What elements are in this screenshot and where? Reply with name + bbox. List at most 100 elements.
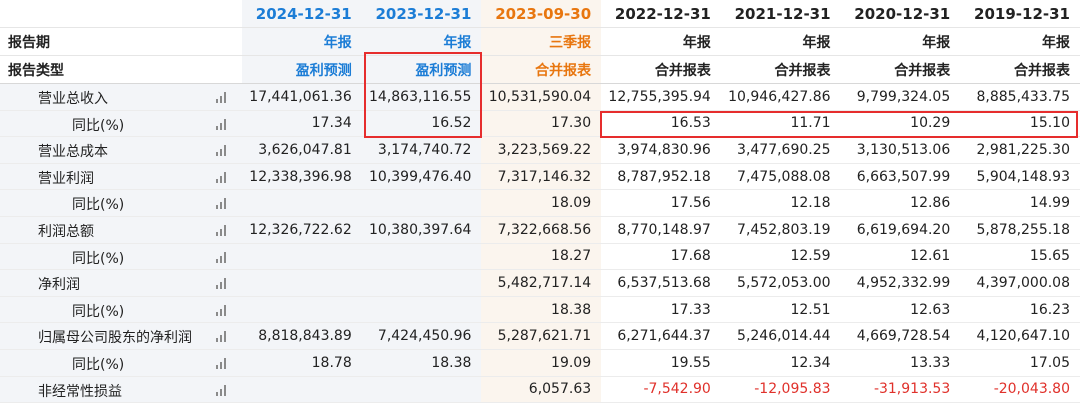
header-type-row: 报告类型 盈利预测 盈利预测 合并报表 合并报表 合并报表 合并报表 合并报表 <box>0 55 1080 84</box>
row-label: 同比(%) <box>72 197 125 214</box>
value-cell: 14.99 <box>960 189 1080 217</box>
bar-chart-icon[interactable] <box>216 357 230 369</box>
bar-chart-icon[interactable] <box>216 330 230 343</box>
column-period: 年报 <box>242 27 362 56</box>
value-cell: 10,380,397.64 <box>361 216 482 244</box>
value-cell: 18.27 <box>481 243 602 271</box>
value-cell: 4,397,000.08 <box>960 269 1080 297</box>
bar-chart-icon[interactable] <box>216 91 230 103</box>
value-cell: 17.68 <box>601 243 721 271</box>
value-cell: -20,043.80 <box>960 376 1080 404</box>
value-cell: 14,863,116.55 <box>361 83 482 111</box>
value-cell: 3,223,569.22 <box>481 136 602 164</box>
row-label-cell: 同比(%) <box>0 243 243 271</box>
row-label: 同比(%) <box>72 303 125 320</box>
bar-chart-icon[interactable] <box>216 277 230 290</box>
value-cell: 5,878,255.18 <box>960 216 1080 244</box>
value-cell: 7,475,088.08 <box>720 163 841 191</box>
value-cell: 17.33 <box>601 296 721 324</box>
bar-chart-icon[interactable] <box>216 144 230 157</box>
table-row: 营业总收入 17,441,061.36 14,863,116.55 10,531,59… <box>0 83 1080 111</box>
bar-chart-icon[interactable] <box>216 197 230 210</box>
value-cell: 3,974,830.96 <box>601 136 721 164</box>
row-label: 营业总收入 <box>38 91 108 107</box>
value-cell: -7,542.90 <box>601 376 721 404</box>
value-cell: 5,572,053.00 <box>720 269 841 297</box>
column-period: 年报 <box>601 27 721 56</box>
bar-chart-icon[interactable] <box>216 304 230 316</box>
column-period: 年报 <box>840 27 961 56</box>
bar-chart-icon[interactable] <box>216 171 230 183</box>
header-corner <box>0 0 243 28</box>
value-cell: 10,946,427.86 <box>720 83 841 111</box>
value-cell: 19.55 <box>601 349 721 377</box>
row-label: 净利润 <box>38 277 80 294</box>
table-row: 同比(%) 18.78 18.38 19.09 19.55 12.34 13.33 17.05 <box>0 349 1080 377</box>
value-cell: 18.09 <box>481 189 602 217</box>
row-label-cell: 营业利润 <box>0 163 243 191</box>
period-label: 报告期 <box>0 27 243 56</box>
row-label: 营业利润 <box>38 170 94 187</box>
table-row: 归属母公司股东的净利润 8,818,843.89 7,424,450.96 5,287… <box>0 322 1080 350</box>
value-cell: 6,537,513.68 <box>601 269 721 297</box>
column-date-2020-12-31[interactable]: 2020-12-31 <box>840 0 961 28</box>
value-cell: 10,399,476.40 <box>361 163 482 191</box>
value-cell: 2,981,225.30 <box>960 136 1080 164</box>
row-label-cell: 同比(%) <box>0 296 243 324</box>
row-label-cell: 利润总额 <box>0 216 243 244</box>
value-cell: 12.59 <box>720 243 841 271</box>
column-date-2019-12-31[interactable]: 2019-12-31 <box>960 0 1080 28</box>
value-cell: 16.23 <box>960 296 1080 324</box>
value-cell: 17,441,061.36 <box>242 83 362 111</box>
column-type: 盈利预测 <box>242 55 362 84</box>
value-cell: 16.53 <box>601 110 721 138</box>
column-type: 合并报表 <box>840 55 961 84</box>
row-label-cell: 同比(%) <box>0 349 243 377</box>
value-cell <box>361 243 482 271</box>
row-label-cell: 非经常性损益 <box>0 376 243 404</box>
value-cell <box>361 189 482 217</box>
column-date-2023-12-31[interactable]: 2023-12-31 <box>361 0 482 28</box>
bar-chart-icon[interactable] <box>216 251 230 263</box>
financial-summary-table: 2024-12-31 2023-12-31 2023-09-30 2022-12… <box>0 0 1080 404</box>
row-label: 利润总额 <box>38 223 94 240</box>
column-type: 合并报表 <box>481 55 602 84</box>
value-cell: 12,326,722.62 <box>242 216 362 244</box>
column-date-2022-12-31[interactable]: 2022-12-31 <box>601 0 721 28</box>
value-cell: 12.63 <box>840 296 961 324</box>
table-row: 同比(%) 18.38 17.33 12.51 12.63 16.23 <box>0 296 1080 324</box>
value-cell: 17.30 <box>481 110 602 138</box>
value-cell: 8,885,433.75 <box>960 83 1080 111</box>
bar-chart-icon[interactable] <box>216 384 230 396</box>
value-cell: 6,271,644.37 <box>601 322 721 350</box>
value-cell: 17.56 <box>601 189 721 217</box>
value-cell: 6,619,694.20 <box>840 216 961 244</box>
column-type: 盈利预测 <box>361 55 482 84</box>
value-cell: 8,770,148.97 <box>601 216 721 244</box>
value-cell: 13.33 <box>840 349 961 377</box>
table-row: 营业利润 12,338,396.98 10,399,476.40 7,317,146.… <box>0 163 1080 191</box>
value-cell: 7,424,450.96 <box>361 322 482 350</box>
column-period: 三季报 <box>481 27 602 56</box>
row-label-cell: 同比(%) <box>0 189 243 217</box>
value-cell: 12.51 <box>720 296 841 324</box>
value-cell: 4,952,332.99 <box>840 269 961 297</box>
value-cell: 12.34 <box>720 349 841 377</box>
table-row: 营业总成本 3,626,047.81 3,174,740.72 3,223,569.2… <box>0 136 1080 164</box>
value-cell: 5,904,148.93 <box>960 163 1080 191</box>
value-cell: 12.61 <box>840 243 961 271</box>
bar-chart-icon[interactable] <box>216 118 230 130</box>
column-period: 年报 <box>960 27 1080 56</box>
column-date-2024-12-31[interactable]: 2024-12-31 <box>242 0 362 28</box>
row-label: 同比(%) <box>72 250 125 267</box>
value-cell: 3,174,740.72 <box>361 136 482 164</box>
value-cell <box>242 376 362 404</box>
type-label: 报告类型 <box>0 55 243 84</box>
column-date-2021-12-31[interactable]: 2021-12-31 <box>720 0 841 28</box>
header-period-row: 报告期 年报 年报 三季报 年报 年报 年报 年报 <box>0 27 1080 56</box>
bar-chart-icon[interactable] <box>216 224 230 236</box>
column-date-2023-09-30[interactable]: 2023-09-30 <box>481 0 602 28</box>
row-label: 同比(%) <box>72 117 125 134</box>
value-cell: 8,787,952.18 <box>601 163 721 191</box>
column-period: 年报 <box>361 27 482 56</box>
